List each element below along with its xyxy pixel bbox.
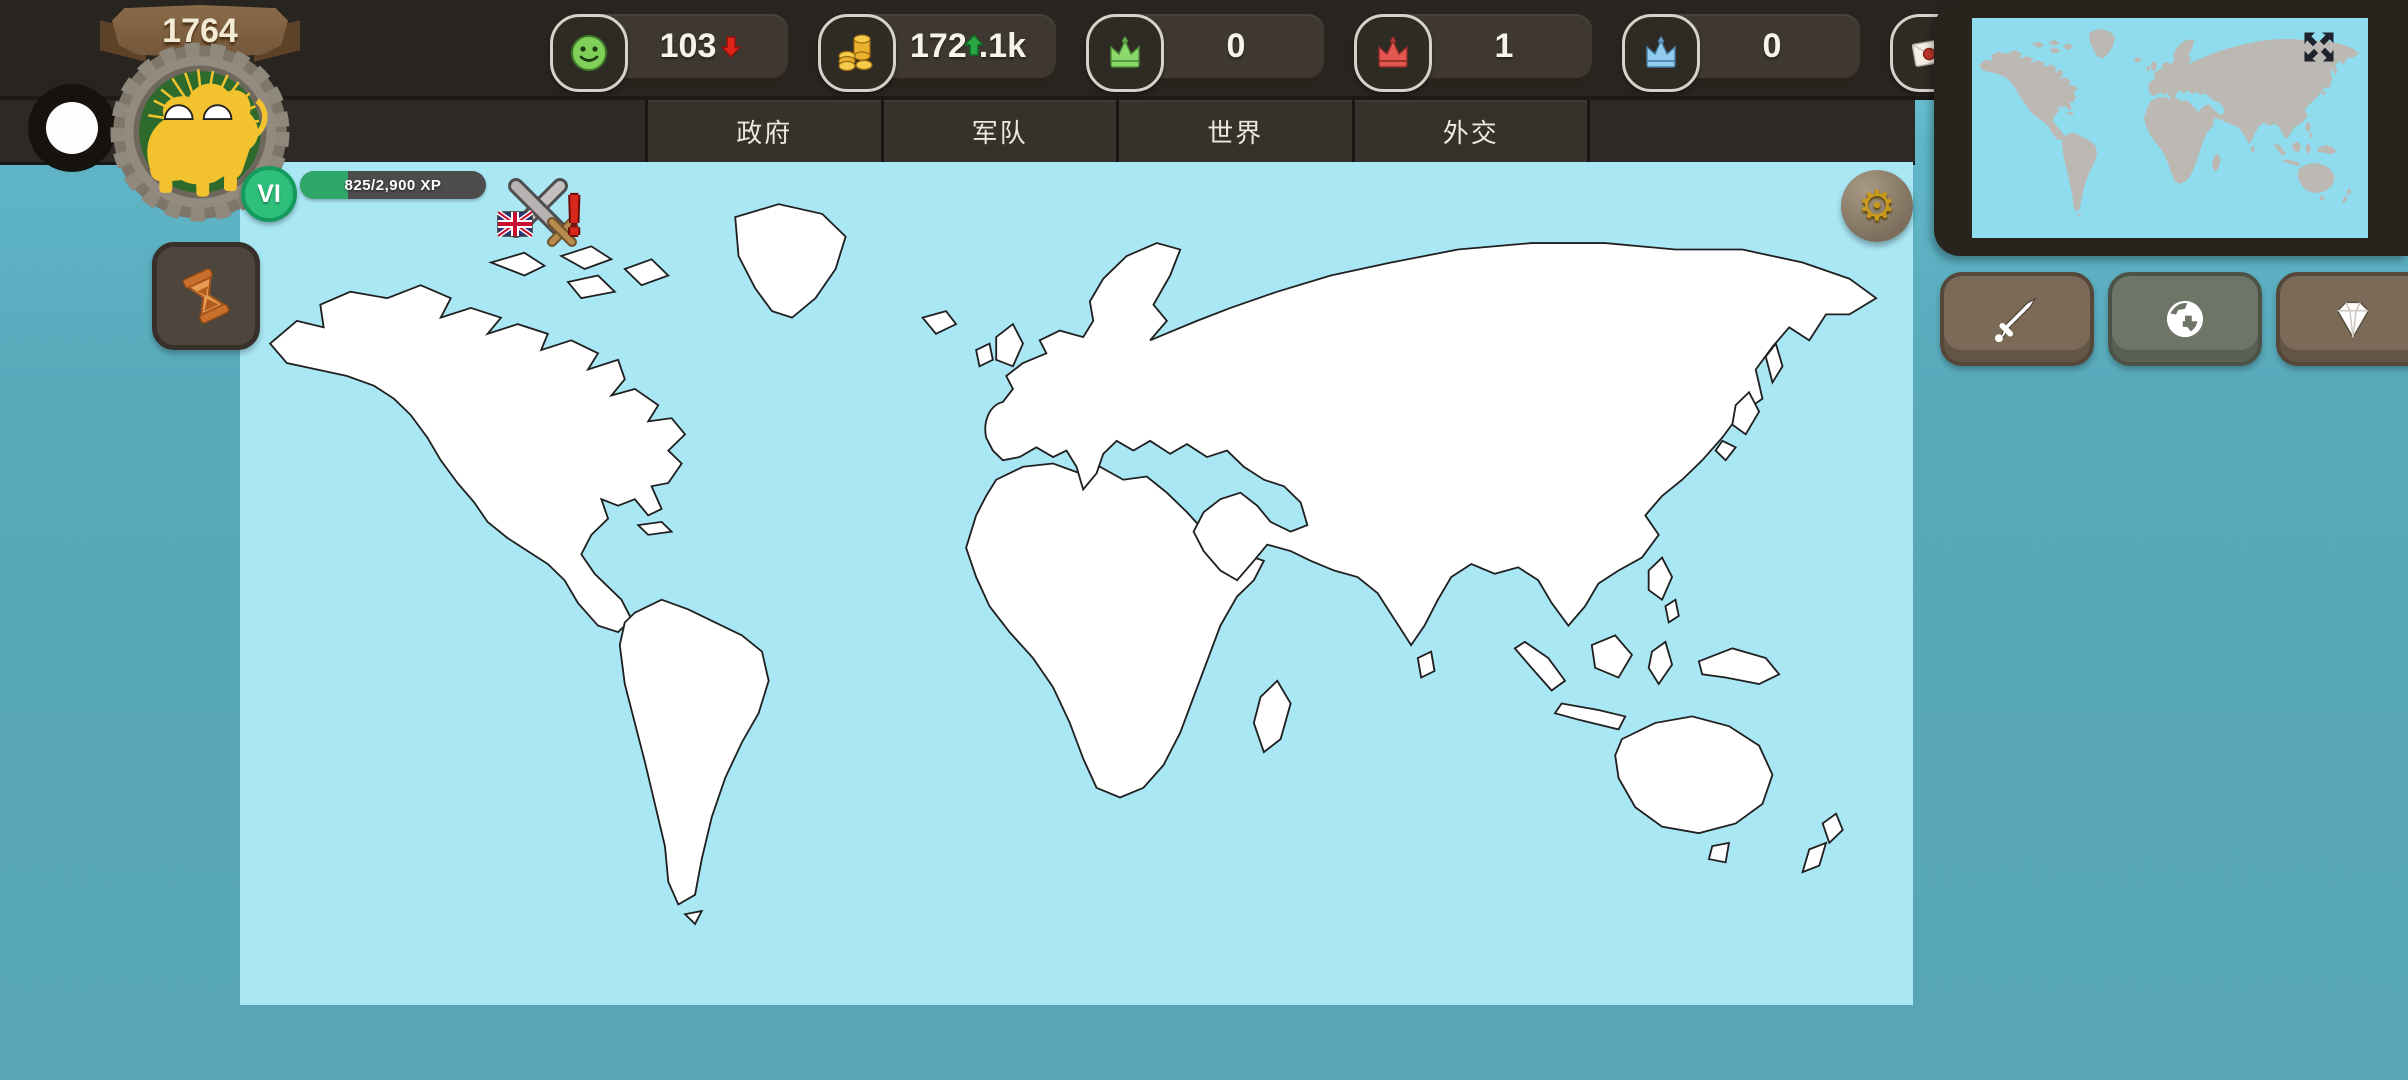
globe-icon (2159, 293, 2211, 345)
crown-red-icon (1354, 14, 1432, 92)
globe-button[interactable] (2108, 272, 2262, 366)
crown-green-icon (1086, 14, 1164, 92)
tab-diplomacy[interactable]: 外交 (1352, 100, 1591, 162)
round-toggle[interactable] (28, 84, 116, 172)
war-marker[interactable]: ! (494, 164, 590, 260)
crown-green-value: 0 (1227, 27, 1246, 66)
xp-bar: 825/2,900 XP (300, 171, 486, 199)
expand-arrows-icon (2300, 28, 2338, 66)
tab-world[interactable]: 世界 (1116, 100, 1352, 162)
tab-military[interactable]: 军队 (881, 100, 1117, 162)
toggle-dot (46, 102, 98, 154)
xp-label: 825/2,900 XP (300, 171, 486, 199)
resource-gold[interactable]: 172 .1k (818, 14, 1056, 86)
crown-blue-value: 0 (1763, 27, 1782, 66)
gold-value-suffix: .1k (979, 27, 1026, 66)
resource-crown-blue[interactable]: 0 (1622, 14, 1860, 86)
happiness-value: 103 (660, 27, 717, 66)
crown-red-value: 1 (1495, 27, 1514, 66)
resource-happiness[interactable]: 103 (550, 14, 788, 86)
gems-button[interactable] (2276, 272, 2408, 366)
resource-crown-red[interactable]: 1 (1354, 14, 1592, 86)
level-badge: VI (241, 166, 297, 222)
tab-government[interactable]: 政府 (645, 100, 881, 162)
nav-tabs: 政府 军队 世界 外交 (645, 100, 1590, 162)
trend-down-icon (720, 33, 742, 59)
game-screen: { "hud": { "year": "1764", "level": "VI"… (0, 0, 2408, 1080)
resource-crown-green[interactable]: 0 (1086, 14, 1324, 86)
map-settings-button[interactable]: ⚙ (1841, 170, 1913, 242)
minimap-panel (1934, 0, 2408, 256)
resource-row: 103 172.1k 0 1 0 2 (550, 14, 2128, 86)
war-alert-mark: ! (565, 182, 584, 249)
sword-icon (1991, 293, 2043, 345)
crown-blue-icon (1622, 14, 1700, 92)
expand-minimap-button[interactable] (2300, 28, 2338, 66)
hourglass-button[interactable] (152, 242, 260, 350)
gold-value-main: 172 (910, 27, 967, 66)
coins-icon (818, 14, 896, 92)
happiness-smiley-icon (550, 14, 628, 92)
hourglass-icon (174, 264, 238, 328)
minimap[interactable] (1972, 18, 2368, 238)
gear-icon: ⚙ (1858, 185, 1896, 227)
united-kingdom-flag-icon (498, 212, 532, 236)
diamond-icon (2325, 293, 2381, 345)
side-button-row (1940, 272, 2408, 366)
war-button[interactable] (1940, 272, 2094, 366)
world-map[interactable] (240, 162, 1913, 1005)
